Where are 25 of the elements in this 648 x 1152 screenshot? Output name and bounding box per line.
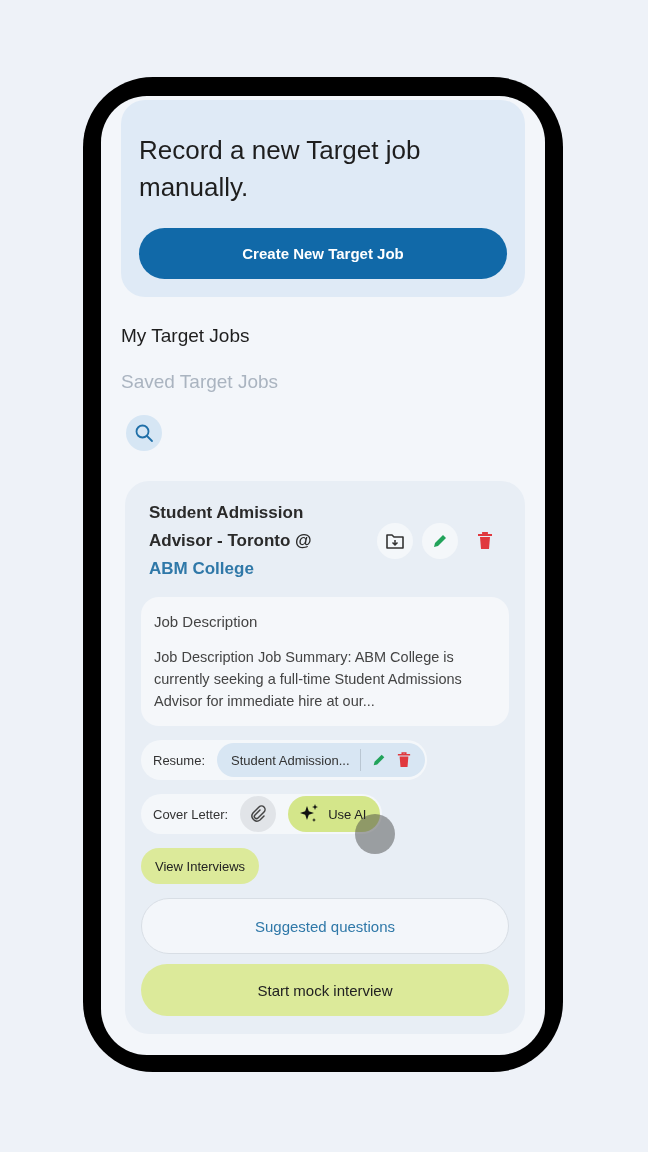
edit-button[interactable] [422,523,458,559]
pencil-icon [431,532,449,550]
description-text: Job Description Job Summary: ABM College is currently seeking a full-time Student Admissions Advisor for immediate hire at our... [154,648,463,711]
folder-icon [385,532,405,550]
trash-icon[interactable] [396,752,411,768]
paperclip-icon [249,805,268,823]
view-interviews-button[interactable]: View Interviews [141,848,260,884]
company-link[interactable]: ABM College [149,559,254,578]
create-job-button[interactable]: Create New Target Job [139,228,507,279]
trash-icon [477,532,493,550]
save-folder-button[interactable] [377,523,413,559]
suggested-questions-button[interactable]: Suggested questions [141,898,509,954]
section-subtitle: Saved Target Jobs [121,371,280,393]
search-button[interactable] [126,415,162,451]
description-label: Job Description [154,613,259,630]
cover-letter-label: Cover Letter: [153,806,229,822]
start-interview-button[interactable]: Start mock interview [141,964,509,1016]
intro-heading: Record a new Target job manually. [139,134,422,204]
resume-label: Resume: [153,752,206,768]
use-ai-button[interactable]: Use AI [288,796,381,832]
job-title: Student Admission Advisor - Toronto @ ABM College [149,502,313,580]
resume-file-name[interactable]: Student Admission... [231,752,350,768]
attach-button[interactable] [240,796,277,832]
search-icon [134,423,154,443]
section-title: My Target Jobs [121,325,251,347]
